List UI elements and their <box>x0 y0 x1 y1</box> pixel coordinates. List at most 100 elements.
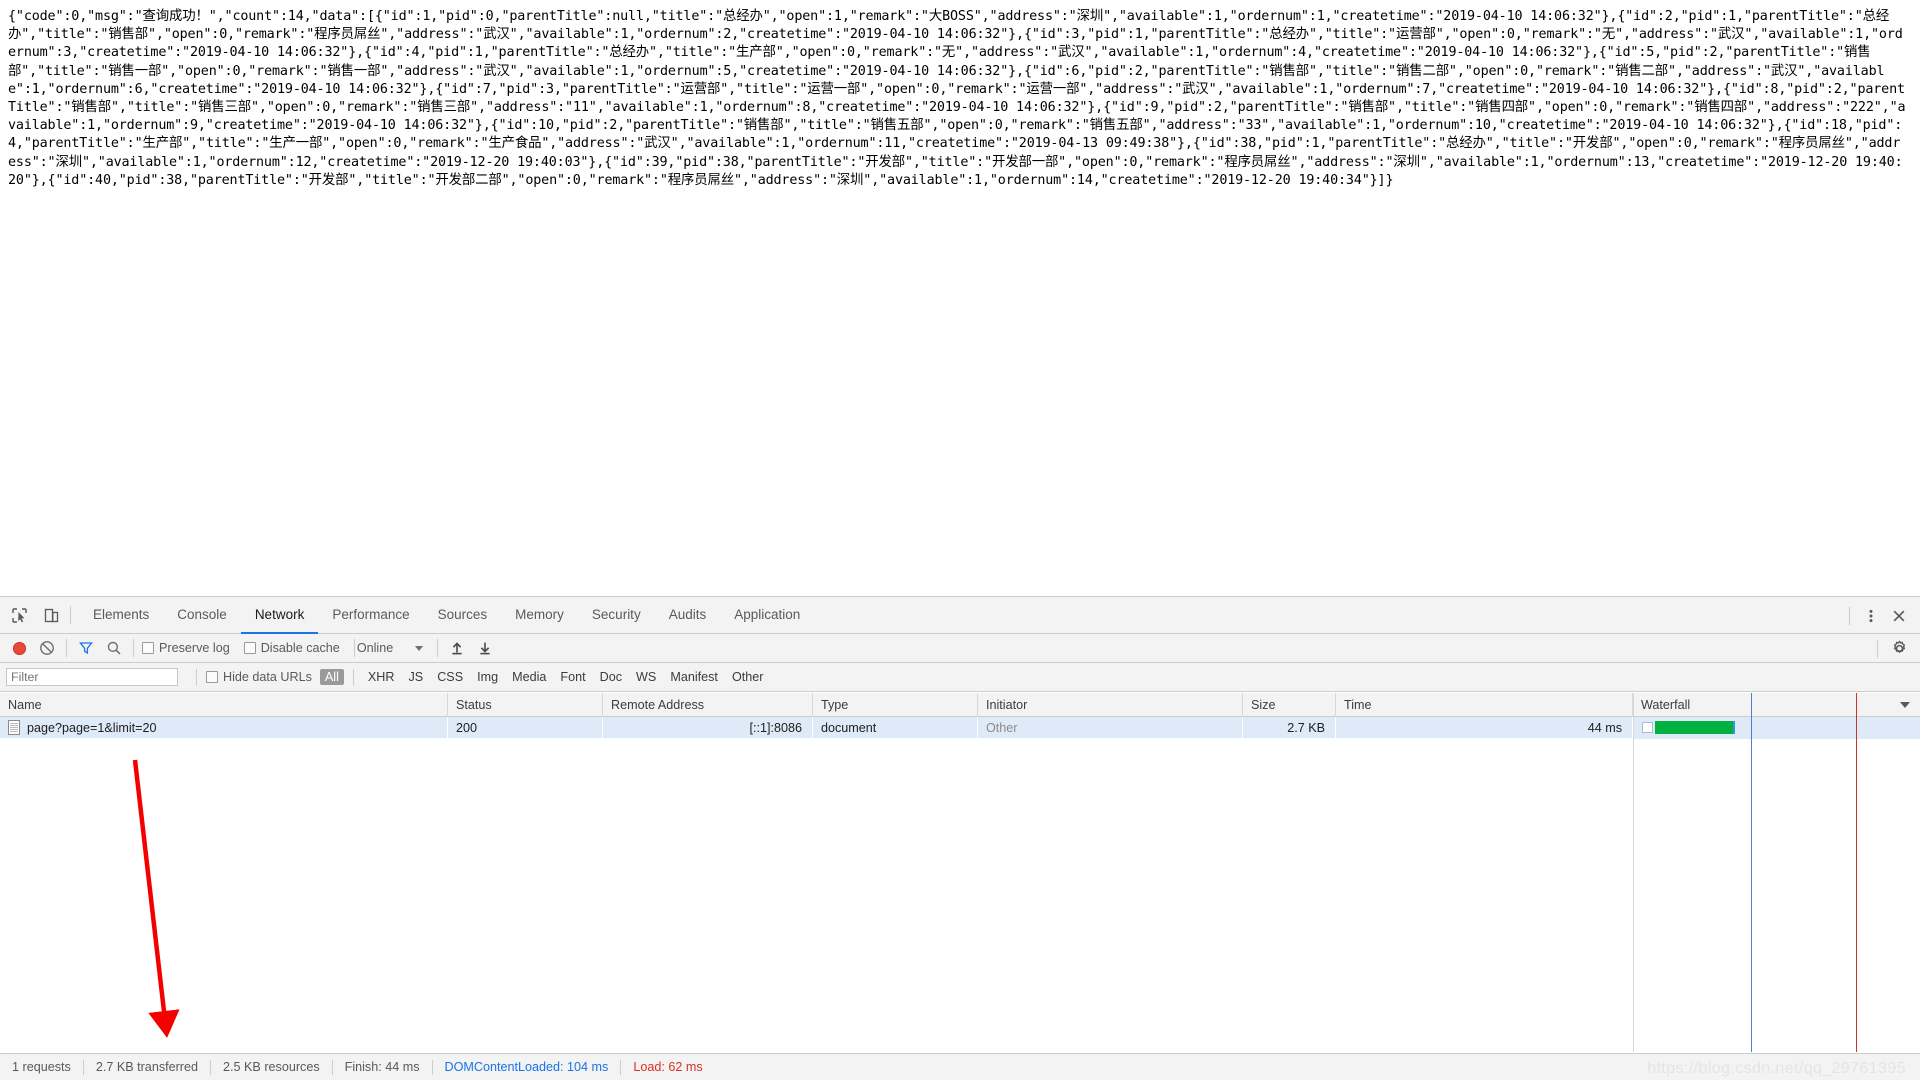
hide-data-urls-label: Hide data URLs <box>223 670 312 684</box>
tabbar-divider <box>70 606 71 624</box>
cell-time: 44 ms <box>1336 717 1633 738</box>
status-divider-5 <box>620 1059 622 1075</box>
status-load: Load: 62 ms <box>633 1060 703 1074</box>
column-header-size[interactable]: Size <box>1243 693 1336 716</box>
tab-console[interactable]: Console <box>163 597 241 634</box>
kebab-menu-icon[interactable] <box>1860 605 1882 627</box>
hide-data-urls-box <box>206 671 218 683</box>
tab-application[interactable]: Application <box>720 597 814 634</box>
preserve-log-label: Preserve log <box>159 641 230 655</box>
document-file-icon <box>8 720 20 735</box>
disable-cache-box <box>243 642 256 654</box>
devtools-tabbar: Elements Console Network Performance Sou… <box>0 597 1920 634</box>
close-x-icon[interactable] <box>1888 605 1910 627</box>
tab-audits[interactable]: Audits <box>655 597 721 634</box>
toolbar-divider-2 <box>133 639 134 657</box>
clear-prohibited-icon[interactable] <box>36 637 58 659</box>
record-dot <box>12 641 26 655</box>
network-toolbar: Preserve log Disable cache Online <box>0 634 1920 663</box>
column-header-status[interactable]: Status <box>448 693 603 716</box>
cell-remote-address: [::1]:8086 <box>603 717 813 738</box>
devtools-tool-icons <box>0 604 62 626</box>
filter-type-media[interactable]: Media <box>507 669 551 685</box>
tab-security[interactable]: Security <box>578 597 655 634</box>
magnifier-search-icon[interactable] <box>103 637 125 659</box>
filter-type-other[interactable]: Other <box>727 669 769 685</box>
column-header-type[interactable]: Type <box>813 693 978 716</box>
filter-type-img[interactable]: Img <box>472 669 503 685</box>
cell-initiator: Other <box>978 717 1243 738</box>
status-resources: 2.5 KB resources <box>223 1060 320 1074</box>
table-empty-body <box>0 740 1920 1052</box>
waterfall-zone <box>1633 693 1920 1052</box>
column-header-remote-address[interactable]: Remote Address <box>603 693 813 716</box>
tab-audits-label: Audits <box>668 606 707 622</box>
devtools-tabbar-actions <box>1845 597 1920 634</box>
dom-content-loaded-marker <box>1751 693 1752 1052</box>
cell-status: 200 <box>448 717 603 738</box>
column-header-name[interactable]: Name <box>0 693 448 716</box>
tab-performance[interactable]: Performance <box>318 597 423 634</box>
status-divider-4 <box>431 1059 433 1075</box>
network-status-bar: 1 requests 2.7 KB transferred 2.5 KB res… <box>0 1053 1920 1080</box>
waterfall-download-bar <box>1655 721 1735 734</box>
tab-memory-label: Memory <box>515 606 564 622</box>
filter-type-font[interactable]: Font <box>555 669 590 685</box>
tab-memory[interactable]: Memory <box>501 597 578 634</box>
filter-type-js[interactable]: JS <box>404 669 429 685</box>
network-toolbar-right <box>1875 634 1910 663</box>
waterfall-queue-box <box>1642 722 1653 733</box>
network-filterbar: Hide data URLs All XHR JS CSS Img Media … <box>0 663 1920 692</box>
filterbar-divider-1 <box>196 668 197 686</box>
filter-input[interactable] <box>6 668 178 686</box>
funnel-filter-icon[interactable] <box>75 637 97 659</box>
filter-type-xhr[interactable]: XHR <box>363 669 400 685</box>
filter-type-all[interactable]: All <box>319 669 344 685</box>
status-finish: Finish: 44 ms <box>344 1060 420 1074</box>
status-divider-3 <box>331 1059 333 1075</box>
column-header-initiator[interactable]: Initiator <box>978 693 1243 716</box>
tab-performance-label: Performance <box>332 606 410 622</box>
disable-cache-label: Disable cache <box>260 641 340 655</box>
filter-type-doc[interactable]: Doc <box>595 669 627 685</box>
download-arrow-icon[interactable] <box>474 637 496 659</box>
devtools-panel: Elements Console Network Performance Sou… <box>0 596 1920 1080</box>
gear-icon[interactable] <box>1888 638 1910 660</box>
waterfall-row <box>1634 717 1920 739</box>
cell-name-text: page?page=1&limit=20 <box>27 720 157 735</box>
network-requests-table: Name Status Remote Address Type Initiato… <box>0 693 1920 1052</box>
toolbar-divider-3 <box>353 639 355 657</box>
record-circle-icon[interactable] <box>8 637 30 659</box>
inspect-cursor-icon[interactable] <box>8 604 30 626</box>
tabbar-right-divider <box>1849 606 1850 625</box>
throttling-select[interactable]: Online <box>356 641 424 655</box>
preserve-log-checkbox[interactable]: Preserve log <box>142 641 230 655</box>
cell-name[interactable]: page?page=1&limit=20 <box>0 717 448 738</box>
load-event-marker <box>1856 693 1857 1052</box>
status-requests: 1 requests <box>12 1060 71 1074</box>
table-row[interactable]: page?page=1&limit=20 200 [::1]:8086 docu… <box>0 717 1920 739</box>
cell-type: document <box>813 717 978 738</box>
column-header-time[interactable]: Time <box>1336 693 1633 716</box>
tab-network[interactable]: Network <box>240 597 319 634</box>
disable-cache-checkbox[interactable]: Disable cache <box>243 641 340 655</box>
toolbar-divider-1 <box>66 639 67 657</box>
status-divider-1 <box>82 1059 84 1075</box>
chevron-down-icon <box>415 645 424 651</box>
status-transferred: 2.7 KB transferred <box>95 1060 199 1074</box>
throttling-value: Online <box>356 641 394 655</box>
tab-security-label: Security <box>591 606 641 622</box>
toolbar-divider-4 <box>437 639 439 657</box>
filter-type-manifest[interactable]: Manifest <box>665 669 723 685</box>
network-table-header: Name Status Remote Address Type Initiato… <box>0 693 1920 717</box>
json-response-text: {"code":0,"msg":"查询成功！","count":14,"data… <box>8 9 1906 188</box>
upload-arrow-icon[interactable] <box>446 637 468 659</box>
tab-sources[interactable]: Sources <box>424 597 502 634</box>
hide-data-urls-checkbox[interactable]: Hide data URLs <box>206 670 312 684</box>
filter-type-ws[interactable]: WS <box>631 669 661 685</box>
device-toggle-icon[interactable] <box>40 604 62 626</box>
filter-type-css[interactable]: CSS <box>432 669 468 685</box>
tab-elements[interactable]: Elements <box>79 597 163 634</box>
tab-elements-label: Elements <box>93 606 150 622</box>
page-response-area: {"code":0,"msg":"查询成功！","count":14,"data… <box>0 0 1920 596</box>
